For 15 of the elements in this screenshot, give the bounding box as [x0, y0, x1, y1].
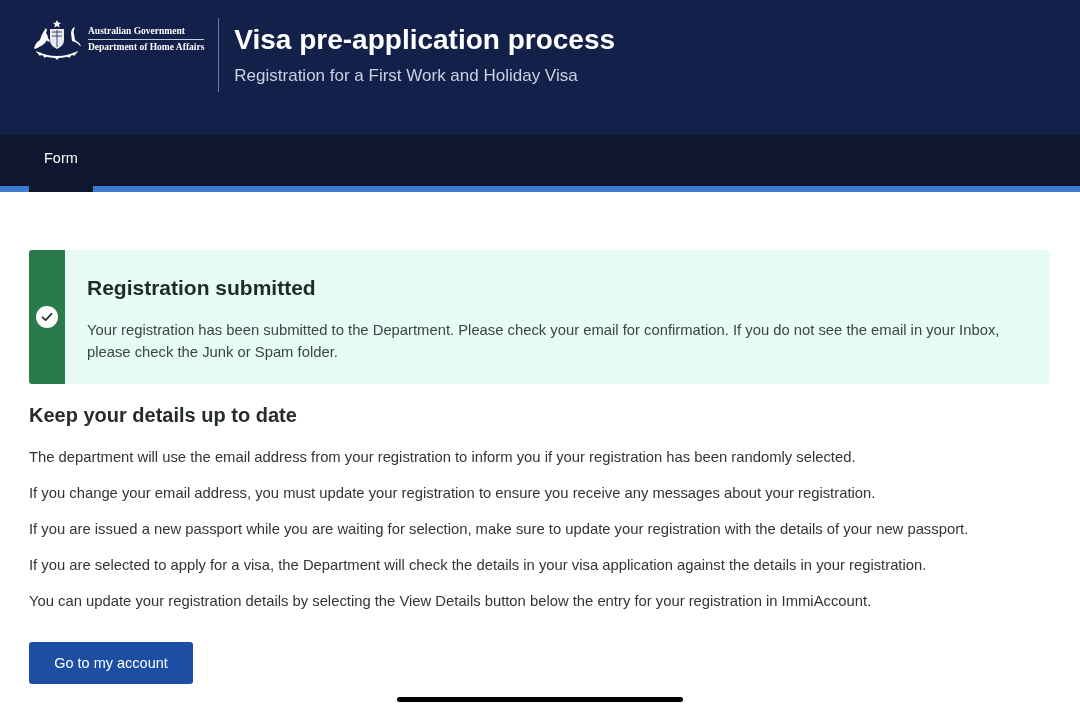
page-subtitle: Registration for a First Work and Holiday Visa — [234, 65, 579, 87]
logo-department-text: Department of Home Affairs — [88, 40, 205, 54]
account-button[interactable]: Go to my account — [29, 642, 193, 684]
page-title: Visa pre-application process — [234, 23, 616, 57]
info-paragraph: If you are selected to apply for a visa, the Department will check the details in your visa application against the details in your registration. — [29, 556, 928, 575]
alert-title: Registration submitted — [87, 275, 317, 301]
section-heading: Keep your details up to date — [29, 403, 298, 427]
info-paragraph: You can update your registration details by selecting the View Details button below the entry for your registration in ImmiAccount. — [29, 592, 873, 611]
logo-government-text: Australian Government — [88, 24, 186, 38]
check-circle-icon — [36, 306, 58, 328]
info-paragraph: If you change your email address, you must update your registration to ensure you receive any messages about your registration. — [29, 484, 877, 503]
alert-message: Your registration has been submitted to the Department. Please check your email for confirmation. If you do not see the email in your Inbox, please check the Junk or Spam folder. — [87, 321, 1001, 362]
info-paragraph: The department will use the email address from your registration to inform you if your registration has been randomly selected. — [29, 448, 857, 467]
info-paragraph: If you are issued a new passport while you are waiting for selection, make sure to update your registration with the details of your new passport. — [29, 520, 970, 539]
nav-tab[interactable]: Form — [29, 135, 93, 192]
